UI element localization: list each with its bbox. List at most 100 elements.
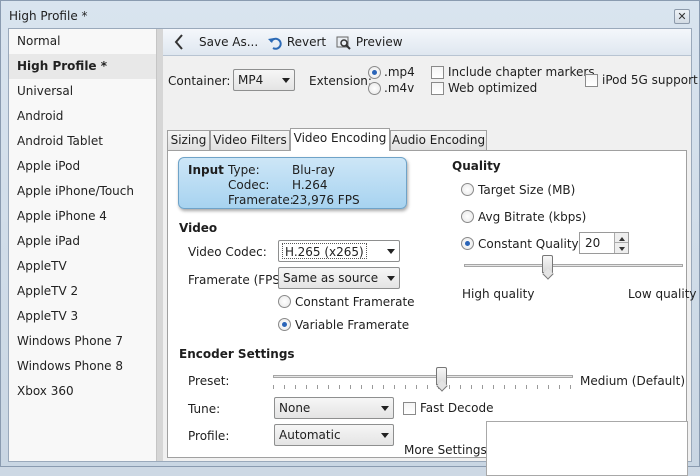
preset-item-appletv-3[interactable]: AppleTV 3	[9, 304, 156, 329]
cq-value: 20	[585, 236, 601, 250]
preset-slider-thumb[interactable]	[436, 367, 447, 385]
preset-label: Preset:	[188, 374, 230, 388]
preset-item-apple-iphone-4[interactable]: Apple iPhone 4	[9, 204, 156, 229]
chevron-down-icon	[387, 249, 395, 254]
preset-item-universal[interactable]: Universal	[9, 79, 156, 104]
avg-bitrate-label: Avg Bitrate (kbps)	[478, 210, 587, 224]
preset-item-high-profile[interactable]: High Profile *	[9, 54, 156, 79]
web-optimized-checkbox[interactable]	[431, 82, 444, 95]
tab-sizing[interactable]: Sizing	[167, 130, 210, 150]
spin-down-icon[interactable]	[614, 243, 628, 253]
chevron-down-icon	[381, 433, 389, 438]
quality-heading: Quality	[452, 159, 501, 173]
window-title: High Profile *	[9, 9, 88, 23]
constant-quality-label: Constant Quality	[478, 237, 579, 251]
tune-select[interactable]: None	[274, 397, 394, 419]
container-label: Container:	[168, 74, 231, 88]
ipod-support-checkbox[interactable]	[585, 74, 598, 87]
preview-icon	[336, 36, 351, 50]
close-button[interactable]: ✕	[674, 9, 690, 24]
container-value: MP4	[238, 73, 264, 87]
chevron-down-icon	[387, 276, 395, 281]
preview-button[interactable]: Preview	[336, 34, 403, 51]
extension-m4v-label: .m4v	[384, 81, 415, 95]
framerate-label: Framerate (FPS):	[188, 273, 289, 287]
preset-item-appletv[interactable]: AppleTV	[9, 254, 156, 279]
extension-label: Extension:	[309, 74, 372, 88]
quality-slider-thumb[interactable]	[542, 255, 554, 273]
input-heading: Input	[188, 163, 224, 177]
spin-up-icon[interactable]	[614, 233, 628, 243]
preset-item-apple-ipod[interactable]: Apple iPod	[9, 154, 156, 179]
preset-item-appletv-2[interactable]: AppleTV 2	[9, 279, 156, 304]
tab-audio-encoding[interactable]: Audio Encoding	[390, 130, 487, 150]
avg-bitrate-radio[interactable]	[461, 210, 474, 223]
preset-item-android[interactable]: Android	[9, 104, 156, 129]
variable-framerate-radio[interactable]	[278, 318, 291, 331]
web-optimized-label: Web optimized	[448, 81, 538, 95]
preset-item-windows-phone-7[interactable]: Windows Phone 7	[9, 329, 156, 354]
variable-framerate-label: Variable Framerate	[295, 318, 410, 332]
extension-m4v-radio[interactable]	[368, 82, 381, 95]
preset-value: Medium (Default)	[580, 374, 686, 388]
more-settings-label: More Settings:	[404, 443, 491, 457]
chevron-down-icon	[381, 406, 389, 411]
preset-item-android-tablet[interactable]: Android Tablet	[9, 129, 156, 154]
preset-list: Normal High Profile * Universal Android …	[9, 29, 157, 461]
tab-video-encoding[interactable]: Video Encoding	[290, 128, 390, 151]
revert-label: Revert	[286, 35, 327, 49]
preview-label: Preview	[355, 35, 403, 49]
chevron-down-icon	[282, 78, 290, 83]
low-quality-label: Low quality	[628, 287, 697, 301]
chapter-markers-label: Include chapter markers	[448, 65, 595, 79]
extension-mp4-label: .mp4	[384, 65, 415, 79]
extension-mp4-radio[interactable]	[368, 66, 381, 79]
video-heading: Video	[179, 221, 218, 235]
input-codec-value: H.264	[292, 178, 328, 192]
ipod-support-label: iPod 5G support	[602, 73, 698, 87]
client-area: Normal High Profile * Universal Android …	[8, 28, 698, 476]
more-settings-textarea[interactable]	[486, 421, 688, 476]
high-quality-label: High quality	[462, 287, 535, 301]
preset-slider-ticks	[273, 385, 573, 389]
tab-video-filters[interactable]: Video Filters	[210, 130, 290, 150]
tune-value: None	[279, 401, 311, 415]
video-codec-value: H.265 (x265)	[282, 243, 367, 259]
constant-quality-radio[interactable]	[461, 237, 474, 250]
revert-button[interactable]: Revert	[267, 34, 326, 51]
tune-label: Tune:	[188, 402, 221, 416]
encoder-settings-heading: Encoder Settings	[179, 347, 295, 361]
profile-select[interactable]: Automatic	[274, 424, 394, 446]
framerate-select[interactable]: Same as source	[278, 267, 400, 289]
container-select[interactable]: MP4	[233, 69, 295, 91]
input-type-label: Type:	[228, 163, 260, 177]
tab-bar: Sizing Video Filters Video Encoding Audi…	[167, 128, 687, 151]
fast-decode-checkbox[interactable]	[403, 402, 416, 415]
target-size-label: Target Size (MB)	[478, 183, 576, 197]
constant-framerate-label: Constant Framerate	[295, 295, 415, 309]
quality-slider-track[interactable]	[464, 264, 683, 267]
back-button[interactable]	[173, 33, 185, 50]
save-as-button[interactable]: Save As...	[199, 34, 258, 51]
video-codec-select[interactable]: H.265 (x265)	[278, 240, 400, 262]
profile-value: Automatic	[279, 428, 341, 442]
toolbar: Save As... Revert Preview	[163, 29, 691, 56]
preset-item-apple-ipad[interactable]: Apple iPad	[9, 229, 156, 254]
target-size-radio[interactable]	[461, 183, 474, 196]
framerate-value: Same as source	[283, 271, 379, 285]
constant-framerate-radio[interactable]	[278, 295, 291, 308]
input-codec-label: Codec:	[228, 178, 270, 192]
cq-spinner[interactable]: 20	[579, 232, 629, 254]
preset-item-windows-phone-8[interactable]: Windows Phone 8	[9, 354, 156, 379]
undo-icon	[268, 37, 282, 50]
preset-slider-track[interactable]	[273, 375, 573, 378]
preset-item-apple-iphone-touch[interactable]: Apple iPhone/Touch	[9, 179, 156, 204]
chapter-markers-checkbox[interactable]	[431, 66, 444, 79]
profile-label: Profile:	[188, 429, 230, 443]
chevron-left-icon	[174, 34, 183, 50]
preset-item-normal[interactable]: Normal	[9, 29, 156, 54]
input-framerate-value: 23,976 FPS	[292, 193, 360, 207]
video-codec-label: Video Codec:	[188, 245, 267, 259]
preset-item-xbox-360[interactable]: Xbox 360	[9, 379, 156, 404]
app-window: High Profile * ✕ Normal High Profile * U…	[0, 0, 700, 476]
